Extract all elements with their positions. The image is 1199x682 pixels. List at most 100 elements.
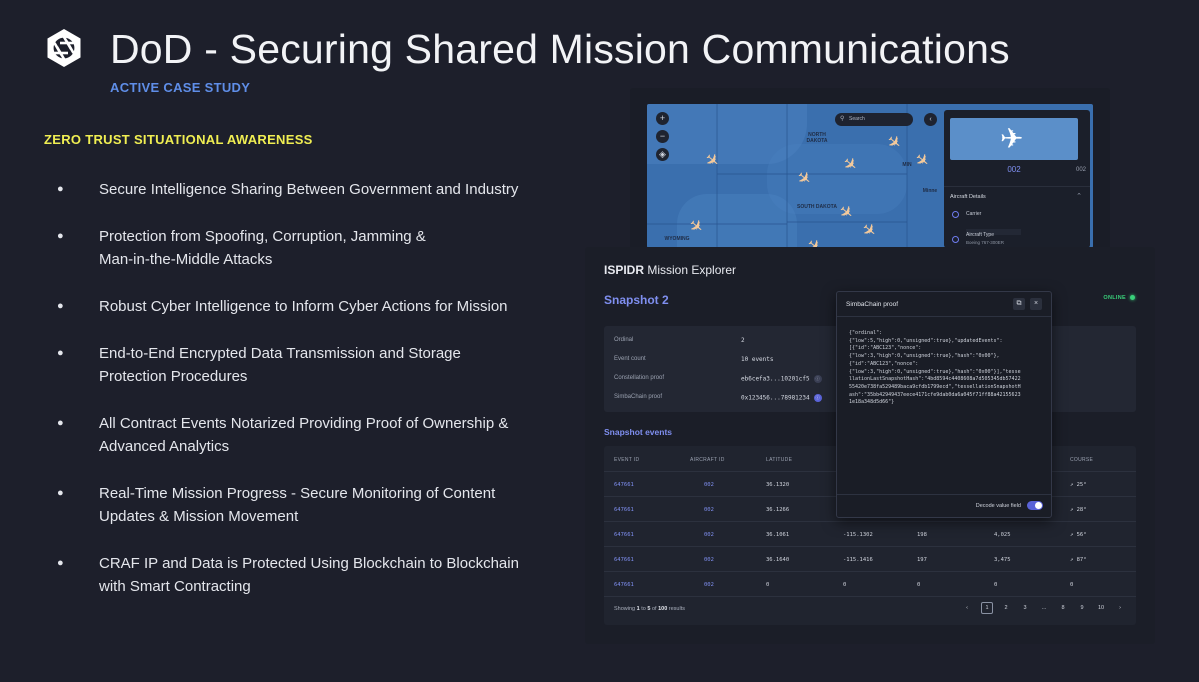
column-header[interactable]: COURSE: [1070, 457, 1093, 463]
divider: [837, 494, 1051, 495]
aircraft-id-link[interactable]: 002: [704, 557, 714, 563]
simbachain-proof-modal: SimbaChain proof ⧉ × {"ordinal": {"low":…: [836, 291, 1052, 518]
copy-icon[interactable]: ⧉: [1013, 298, 1025, 310]
events-title: Snapshot events: [604, 427, 673, 437]
field-key: Constellation proof: [614, 375, 665, 381]
slide-title: DoD - Securing Shared Mission Communicat…: [110, 26, 1010, 72]
latitude-cell: 0: [766, 582, 770, 588]
status-badge: ONLINE: [1103, 295, 1135, 301]
page-button-2[interactable]: 2: [1000, 602, 1012, 614]
bullet-item: Protection from Spoofing, Corruption, Ja…: [55, 225, 426, 271]
next-page-button[interactable]: ›: [1114, 602, 1126, 614]
column-header[interactable]: LATITUDE: [766, 457, 792, 463]
carrier-label: Carrier: [966, 211, 982, 217]
flight-map[interactable]: + − ◈ ⚲ Search ‹ NORTH DAKOTA SOUTH DAKO…: [647, 104, 1093, 248]
collapse-panel-button[interactable]: ‹: [924, 113, 937, 126]
aircraft-id-link[interactable]: 002: [704, 582, 714, 588]
aircraft-type-value: Boeing 767-300ER: [966, 240, 1005, 245]
aircraft-details-heading: Aircraft Details: [950, 194, 986, 200]
field-value: 2: [741, 337, 745, 344]
bullet-line: Robust Cyber Intelligence to Inform Cybe…: [99, 298, 508, 315]
bullet-line: Secure Intelligence Sharing Between Gove…: [99, 181, 519, 198]
info-icon[interactable]: ⓘ: [813, 394, 822, 402]
aircraft-id-link[interactable]: 002: [704, 507, 714, 513]
close-icon[interactable]: ×: [1030, 298, 1042, 310]
explorer-title: ISPIDR Mission Explorer: [604, 263, 736, 277]
latitude-cell: 36.1061: [766, 532, 790, 538]
course-cell: 0: [1070, 582, 1074, 588]
prev-page-button[interactable]: ‹: [961, 602, 973, 614]
divider: [944, 186, 1090, 187]
field-value-row: 0x123456...78981234 ⓘ: [741, 394, 822, 402]
event-id-link[interactable]: 647661: [614, 557, 634, 563]
course-cell: ↗ 87°: [1070, 557, 1087, 563]
latitude-cell: 36.1640: [766, 557, 790, 563]
pager-text: results: [667, 606, 685, 612]
column-header[interactable]: EVENT ID: [614, 457, 639, 463]
aircraft-id-small: 002: [1075, 167, 1086, 173]
bullet-line: Protection Procedures: [99, 368, 248, 385]
field-key: SimbaChain proof: [614, 394, 663, 400]
status-dot-icon: [1130, 295, 1135, 301]
bullet-item: CRAF IP and Data is Protected Using Bloc…: [55, 552, 519, 598]
map-label: NORTH DAKOTA: [806, 132, 828, 144]
explorer-title-brand: ISPIDR: [604, 263, 645, 277]
map-label: SOUTH DAKOTA: [797, 204, 837, 210]
page-button-8[interactable]: 8: [1057, 602, 1069, 614]
event-id-link[interactable]: 647661: [614, 507, 634, 513]
row-divider: [604, 571, 1136, 572]
bullet-line: Advanced Analytics: [99, 438, 230, 455]
column-header[interactable]: AIRCRAFT ID: [690, 457, 725, 463]
event-id-link[interactable]: 647661: [614, 582, 634, 588]
info-icon[interactable]: ⓘ: [813, 375, 822, 383]
altitude-cell: 3,475: [994, 557, 1011, 563]
bullet-line: Updates & Mission Movement: [99, 508, 299, 525]
page-button-1[interactable]: 1: [981, 602, 993, 614]
constellation-proof-value: eb6cefa3...10201cf5: [741, 375, 810, 383]
event-id-link[interactable]: 647661: [614, 532, 634, 538]
bullet-line: End-to-End Encrypted Data Transmission a…: [99, 345, 461, 362]
aircraft-type-label: Aircraft Type: [966, 232, 994, 238]
bullet-line: All Contract Events Notarized Providing …: [99, 415, 509, 432]
search-icon: ⚲: [840, 116, 845, 122]
compass-button[interactable]: ◈: [656, 148, 669, 161]
event-id-link[interactable]: 647661: [614, 482, 634, 488]
modal-title: SimbaChain proof: [846, 301, 899, 308]
bullet-item: All Contract Events Notarized Providing …: [55, 412, 508, 458]
row-divider: [604, 521, 1136, 522]
airplane-icon: ✈: [1000, 123, 1024, 154]
latitude-cell: 36.1320: [766, 482, 790, 488]
carrier-icon: [952, 211, 959, 218]
map-search-input[interactable]: ⚲ Search: [835, 113, 913, 126]
course-cell: ↗ 25°: [1070, 482, 1087, 488]
status-text: ONLINE: [1103, 295, 1126, 301]
bullet-item: End-to-End Encrypted Data Transmission a…: [55, 342, 461, 388]
aircraft-image: ✈: [950, 118, 1078, 160]
field-key: Ordinal: [614, 337, 634, 343]
field-value-row: eb6cefa3...10201cf5 ⓘ: [741, 375, 822, 383]
page-button-3[interactable]: 3: [1019, 602, 1031, 614]
bullet-line: Real-Time Mission Progress - Secure Moni…: [99, 485, 496, 502]
zoom-in-button[interactable]: +: [656, 112, 669, 125]
proof-json: {"ordinal": {"low":5,"high":0,"unsigned"…: [849, 330, 1021, 406]
bullet-item: Real-Time Mission Progress - Secure Moni…: [55, 482, 495, 528]
pager-text: Showing: [614, 606, 637, 612]
page-button-9[interactable]: 9: [1076, 602, 1088, 614]
altitude-cell: 4,025: [994, 532, 1011, 538]
speed-cell: 0: [917, 582, 921, 588]
divider: [837, 316, 1051, 317]
pager-total: 100: [658, 606, 668, 612]
aircraft-id-link[interactable]: 002: [704, 532, 714, 538]
latitude-cell: 36.1266: [766, 507, 790, 513]
map-label: Minne: [922, 188, 938, 194]
pager-text: of: [650, 606, 659, 612]
aircraft-id-link[interactable]: 002: [704, 482, 714, 488]
aperture-logo-icon: [47, 29, 81, 67]
decode-toggle[interactable]: [1027, 501, 1043, 510]
page-button-10[interactable]: 10: [1095, 602, 1107, 614]
bullet-item: Robust Cyber Intelligence to Inform Cybe…: [55, 295, 508, 318]
zoom-out-button[interactable]: −: [656, 130, 669, 143]
bullet-line: with Smart Contracting: [99, 578, 251, 595]
chevron-up-icon[interactable]: ⌃: [1076, 192, 1082, 200]
speed-cell: 197: [917, 557, 927, 563]
